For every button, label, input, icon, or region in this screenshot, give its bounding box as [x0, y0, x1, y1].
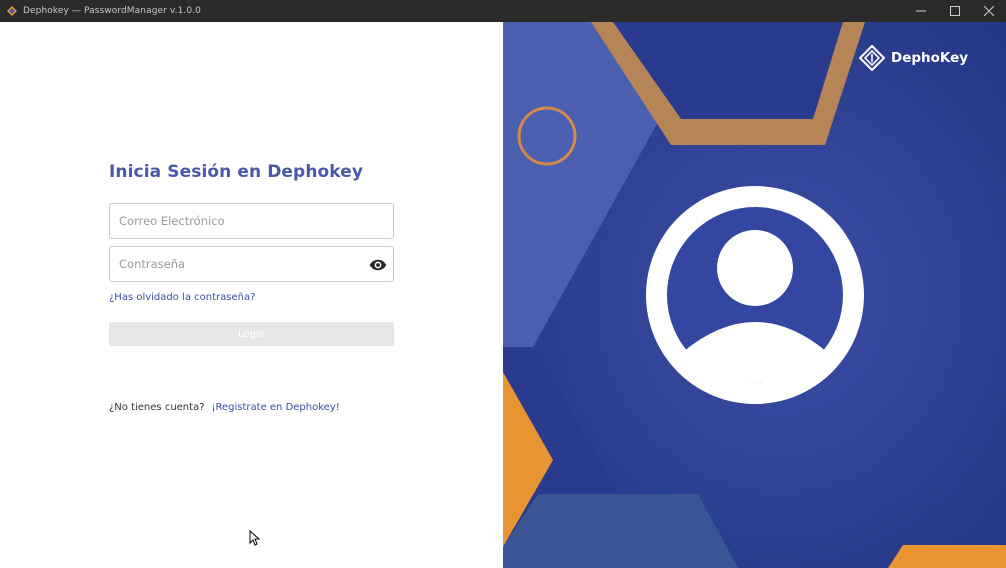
user-avatar-icon	[646, 186, 864, 404]
orange-bottom-right-shape	[888, 545, 1006, 568]
login-heading: Inicia Sesión en Dephokey	[109, 162, 364, 182]
mouse-cursor-icon	[249, 530, 260, 546]
window-controls	[904, 0, 1006, 22]
email-field[interactable]	[109, 203, 394, 239]
email-input[interactable]	[110, 204, 393, 238]
maximize-button[interactable]	[938, 0, 972, 22]
diamond-logo-icon	[7, 6, 17, 16]
login-panel: Inicia Sesión en Dephokey ¿Has olvidado …	[0, 22, 503, 568]
close-button[interactable]	[972, 0, 1006, 22]
minimize-button[interactable]	[904, 0, 938, 22]
close-icon	[984, 6, 994, 16]
bottom-hexagon	[503, 494, 738, 568]
brand-logo: DephoKey	[859, 45, 968, 71]
login-button[interactable]: Login	[109, 322, 394, 346]
illustration-panel: DephoKey	[503, 22, 1006, 568]
dephokey-logo-icon	[859, 45, 885, 71]
signup-link[interactable]: ¡Registrate en Dephokey!	[212, 402, 340, 413]
signup-prompt: ¿No tienes cuenta?	[109, 402, 205, 413]
password-input[interactable]	[110, 247, 393, 281]
background-illustration	[503, 22, 1006, 568]
window-title: Dephokey — PasswordManager v.1.0.0	[23, 6, 202, 16]
minimize-icon	[916, 10, 926, 12]
password-field[interactable]	[109, 246, 394, 282]
brand-name: DephoKey	[891, 50, 969, 66]
show-password-icon[interactable]	[369, 256, 387, 274]
window-titlebar: Dephokey — PasswordManager v.1.0.0	[0, 0, 1006, 22]
maximize-icon	[950, 6, 960, 16]
forgot-password-link[interactable]: ¿Has olvidado la contraseña?	[109, 292, 255, 303]
signup-row: ¿No tienes cuenta? ¡Registrate en Dephok…	[109, 402, 340, 413]
